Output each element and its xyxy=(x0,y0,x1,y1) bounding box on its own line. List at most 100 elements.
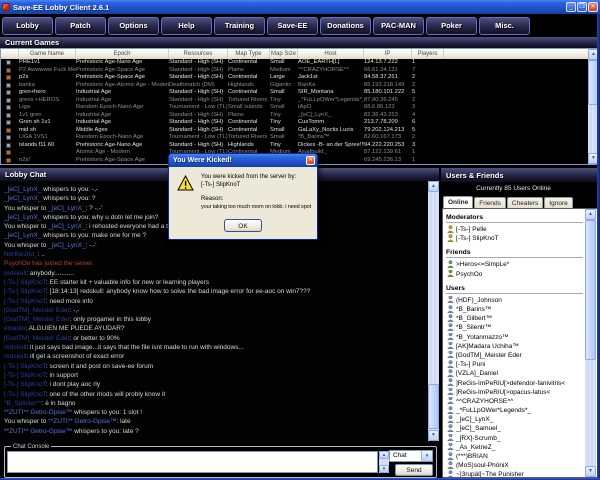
user-list-item[interactable]: [GodTM]_Meister Eder xyxy=(446,351,597,360)
user-list-item[interactable]: *B_Barins™ xyxy=(446,305,597,314)
user-list-item[interactable]: *B_Yotanmazzo™ xyxy=(446,333,597,342)
chat-message: You whisper to xyxy=(4,205,48,212)
user-section-title-moderators: Moderators xyxy=(446,211,597,222)
chat-message: You whisper to xyxy=(4,242,48,249)
user-list-item[interactable]: _As_KetneZ_ xyxy=(446,443,597,452)
game-row[interactable]: LigaRandom Epoch-Nano AgeTournament - Lo… xyxy=(1,104,588,112)
column-header-map-size[interactable]: Map Size xyxy=(270,49,298,59)
game-row[interactable]: P2 Awwwww Fuck Me :)Prehistoric Age-Spac… xyxy=(1,67,588,75)
chat-line: You whisper to **ZUTI** Getro-Gpise™: la… xyxy=(0,417,439,426)
title-bar[interactable]: Save-EE Lobby Client 2.6.1 _ ❐ ✕ xyxy=(0,0,600,14)
user-name: [-Ts-] Puni xyxy=(456,361,485,368)
game-row[interactable]: bankaPrehistoric Age-Atomic Age - Modern… xyxy=(1,82,588,90)
menu-button-lobby[interactable]: Lobby xyxy=(2,17,53,35)
user-list-item[interactable]: [-Ts-] Pelle xyxy=(446,225,597,234)
user-list-item[interactable]: _[eC]_LynX_ xyxy=(446,415,597,424)
user-list-item[interactable]: (MoS)soul-PhöniX xyxy=(446,461,597,470)
scroll-down-icon[interactable]: ▼ xyxy=(379,465,389,473)
user-name: >Heros<=SimpLe* xyxy=(456,261,509,268)
dialog-ok-button[interactable]: OK xyxy=(224,219,262,232)
game-row[interactable]: Gren sh 1v1Industrial AgeStandard - High… xyxy=(1,119,588,127)
user-list-item[interactable]: _*FuLLpOWer*Legends*_ xyxy=(446,406,597,415)
column-header-host[interactable]: Host xyxy=(298,49,364,59)
column-header-epoch[interactable]: Epoch xyxy=(76,49,169,59)
user-list-item[interactable]: [-Ts-] SlipKnoT xyxy=(446,234,597,243)
user-list-item[interactable]: *B_Gilbert™ xyxy=(446,314,597,323)
users-scrollbar-thumb[interactable] xyxy=(585,220,596,360)
column-header-resources[interactable]: Resources xyxy=(169,49,228,59)
menu-button-save-ee[interactable]: Save-EE xyxy=(267,17,318,35)
menu-button-help[interactable]: Help xyxy=(161,17,212,35)
chat-input[interactable] xyxy=(7,451,378,473)
user-list-item[interactable]: >Heros<=SimpLe* xyxy=(446,260,597,269)
game-players-cell: 2 xyxy=(412,134,444,142)
game-name-cell: islands f11 60 xyxy=(19,142,76,150)
menu-button-donations[interactable]: Donations xyxy=(320,17,371,35)
chat-message: : need more info xyxy=(46,298,93,305)
column-header-game-name[interactable]: Game Name xyxy=(19,49,76,59)
user-list-item[interactable]: ~]3rupäl[~The Punisher xyxy=(446,470,597,478)
user-list-item[interactable]: [AK]Madara Uchiha™ xyxy=(446,342,597,351)
user-user-icon xyxy=(447,461,454,470)
user-name: *B_Yotanmazzo™ xyxy=(456,334,509,341)
chat-scrollbar[interactable]: ▲ ▼ xyxy=(428,181,439,441)
chat-line: [-Ts-] SlipKnoT: [18:14:13] redskull: an… xyxy=(0,287,439,296)
chat-scrollbar-thumb[interactable] xyxy=(428,384,439,429)
user-list-item[interactable]: ]ReGis-ImPeRiU[>opacus-latus< xyxy=(446,388,597,397)
game-players-cell: 1 xyxy=(412,59,444,67)
scroll-down-icon[interactable]: ▼ xyxy=(585,466,596,477)
dialog-title-bar[interactable]: You Were Kicked! ✕ xyxy=(169,154,317,167)
minimize-icon[interactable]: _ xyxy=(566,2,576,12)
user-list-item[interactable]: (***)BRIAN xyxy=(446,452,597,461)
column-header-map-type[interactable]: Map Type xyxy=(228,49,270,59)
close-icon[interactable]: ✕ xyxy=(588,2,598,12)
user-user-icon xyxy=(447,296,454,305)
chat-input-scrollbar[interactable]: ▲ ▼ xyxy=(379,451,389,473)
section-divider xyxy=(446,222,583,223)
column-header-ip[interactable]: IP xyxy=(364,49,412,59)
channel-select[interactable]: Chat ▼ xyxy=(389,450,433,462)
game-players-cell: 2 xyxy=(412,97,444,105)
chat-system-message: PsychOo has joined the server. xyxy=(4,260,94,267)
user-list-item[interactable]: [-Ts-] Puni xyxy=(446,360,597,369)
user-list-item[interactable]: (HDF)_Johnson xyxy=(446,296,597,305)
game-row[interactable]: gren+heroIndustrial AgeStandard - High (… xyxy=(1,89,588,97)
users-scrollbar[interactable]: ▲ ▼ xyxy=(585,209,596,477)
game-row[interactable]: LIGA 1VS1Random Epoch-Nano AgeTournament… xyxy=(1,134,588,142)
user-list-item[interactable]: _[eC]_Samuel_ xyxy=(446,424,597,433)
menu-button-options[interactable]: Options xyxy=(108,17,159,35)
menu-button-patch[interactable]: Patch xyxy=(55,17,106,35)
send-button[interactable]: Send xyxy=(395,464,433,476)
game-row[interactable]: 1v1 grenIndustrial AgeStandard - High (S… xyxy=(1,112,588,120)
user-list-item[interactable]: *B_Silentr™ xyxy=(446,323,597,332)
scroll-down-icon[interactable]: ▼ xyxy=(428,430,439,441)
menu-button-poker[interactable]: Poker xyxy=(426,17,477,35)
game-status-icon xyxy=(6,98,11,103)
games-header-row: Game NameEpochResourcesMap TypeMap SizeH… xyxy=(1,49,588,59)
game-row[interactable]: grens +HEROSIndustrial AgeStandard - Hig… xyxy=(1,97,588,105)
menu-button-misc[interactable]: Misc. xyxy=(479,17,530,35)
menu-button-pac-man[interactable]: PAC-MAN xyxy=(373,17,424,35)
game-epoch-cell: Middle Ages xyxy=(76,127,169,135)
game-ip-cell: 87.90.36.245 xyxy=(364,97,412,105)
restore-icon[interactable]: ❐ xyxy=(577,2,587,12)
chat-message: : only progamer in this lobby xyxy=(70,316,151,323)
user-list-item[interactable]: ^^CRAZYHORSE^^ xyxy=(446,397,597,406)
column-header-players[interactable]: Players xyxy=(412,49,444,59)
scroll-up-icon[interactable]: ▲ xyxy=(585,209,596,220)
user-list-item[interactable]: PsychOo xyxy=(446,270,597,279)
game-host-cell: BanKa xyxy=(298,82,364,90)
dropdown-icon[interactable]: ▼ xyxy=(421,451,432,461)
scroll-up-icon[interactable]: ▲ xyxy=(379,451,389,459)
game-epoch-cell: Industrial Age xyxy=(76,119,169,127)
game-row[interactable]: mid shMiddle AgesStandard - High (SH)Con… xyxy=(1,127,588,135)
menu-button-training[interactable]: Training xyxy=(214,17,265,35)
game-row[interactable]: PRE1v1Prehistoric Age-Nano AgeStandard -… xyxy=(1,59,588,67)
game-row[interactable]: p2sPrehistoric Age-Space AgeStandard - H… xyxy=(1,74,588,82)
game-row[interactable]: islands f11 60Prehistoric Age-Nano AgeSt… xyxy=(1,142,588,150)
dialog-close-icon[interactable]: ✕ xyxy=(306,156,315,165)
user-list-item[interactable]: _[RX]-Scrumb_ xyxy=(446,434,597,443)
scroll-up-icon[interactable]: ▲ xyxy=(428,181,439,192)
user-list-item[interactable]: [VZLA]_Daniel xyxy=(446,369,597,378)
user-list-item[interactable]: ]ReGis-ImPeRiU[>defendor-fanivitris< xyxy=(446,378,597,387)
